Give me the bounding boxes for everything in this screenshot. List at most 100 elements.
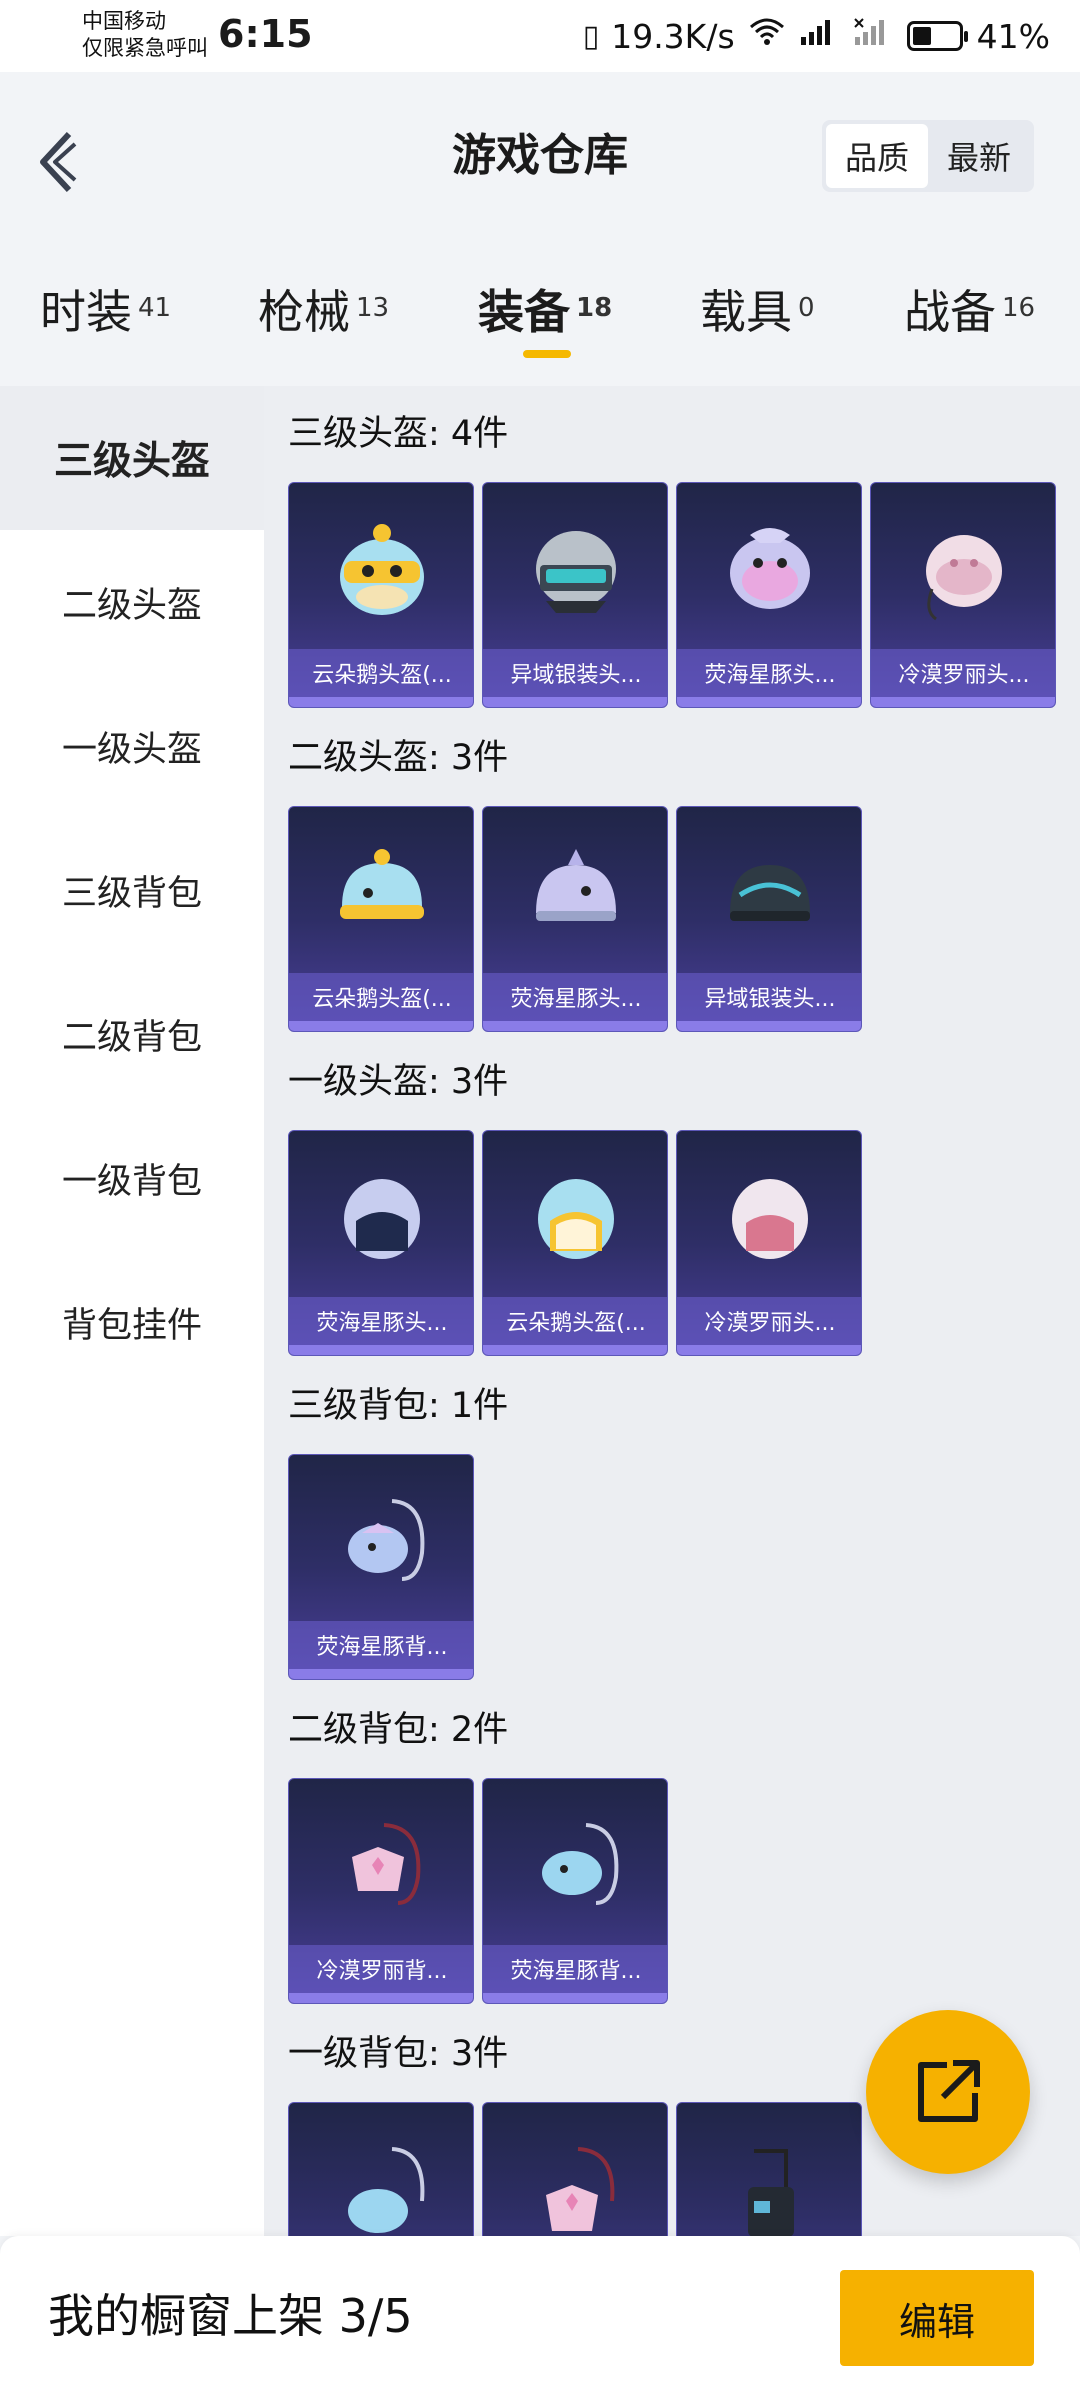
edit-button[interactable]: 编辑 xyxy=(840,2270,1034,2366)
section-title: 一级头盔: 3件 xyxy=(288,1062,509,1102)
sidebar: 三级头盔 二级头盔 一级头盔 三级背包 二级背包 一级背包 背包挂件 xyxy=(0,386,264,2236)
sidebar-item-level1-backpack[interactable]: 一级背包 xyxy=(0,1106,264,1250)
rarity-bar xyxy=(871,697,1055,707)
wifi-icon xyxy=(749,17,785,55)
item-name: 荧海星豚头... xyxy=(677,649,861,697)
item-name: 云朵鹅头盔(... xyxy=(289,973,473,1021)
item-card[interactable]: 云朵鹅头盔(... xyxy=(482,1130,668,1356)
rarity-bar xyxy=(677,1021,861,1031)
item-name: 冷漠罗丽背... xyxy=(289,1945,473,1993)
item-card[interactable]: 荧海星豚背... xyxy=(482,1778,668,2004)
item-card[interactable]: 荧海星豚背... xyxy=(288,1454,474,1680)
battery-level xyxy=(912,27,931,45)
carrier-name: 中国移动 xyxy=(82,9,166,33)
lolita-backpack-icon xyxy=(483,2103,667,2236)
section-title: 一级背包: 3件 xyxy=(288,2034,509,2074)
item-name: 云朵鹅头盔(... xyxy=(483,1297,667,1345)
tab-label: 时装 xyxy=(40,285,132,339)
sort-toggle[interactable]: 品质 最新 xyxy=(822,120,1034,192)
network-speed: 19.3K/s xyxy=(611,16,735,56)
dark-backpack-icon xyxy=(677,2103,861,2236)
rarity-bar xyxy=(289,697,473,707)
item-name: 异域银装头... xyxy=(483,649,667,697)
sidebar-item-backpack-charm[interactable]: 背包挂件 xyxy=(0,1250,264,1394)
item-card[interactable]: 冷漠罗丽背... xyxy=(288,1778,474,2004)
item-name: 冷漠罗丽头... xyxy=(677,1297,861,1345)
rarity-bar xyxy=(483,1993,667,2003)
tab-supplies[interactable]: 战备 16 xyxy=(904,282,1035,362)
item-card[interactable]: 荧海星豚头... xyxy=(482,806,668,1032)
tab-count: 13 xyxy=(356,293,390,323)
sidebar-item-level2-helmet[interactable]: 二级头盔 xyxy=(0,530,264,674)
tab-label: 战备 xyxy=(904,285,996,339)
item-card[interactable]: 荧海星豚头... xyxy=(288,1130,474,1356)
category-tabs: 时装 41 枪械 13 装备 18 载具 0 战备 16 xyxy=(0,272,1080,382)
rarity-bar xyxy=(289,1345,473,1355)
dolphin-backpack-icon xyxy=(289,2103,473,2236)
tab-label: 装备 xyxy=(478,285,570,339)
goose-helmet-icon xyxy=(483,1131,667,1307)
sidebar-item-level1-helmet[interactable]: 一级头盔 xyxy=(0,674,264,818)
tab-fashion[interactable]: 时装 41 xyxy=(40,282,171,362)
item-grid-area: 三级头盔: 4件 云朵鹅头盔(... 异域银装头... 荧海星豚头... 冷漠罗… xyxy=(264,386,1080,2236)
item-card[interactable]: 荧海星豚头... xyxy=(676,482,862,708)
lolita-helmet-icon xyxy=(677,1131,861,1307)
signal-4g-icon xyxy=(799,17,839,55)
tab-vehicles[interactable]: 载具 0 xyxy=(700,282,815,362)
share-button[interactable] xyxy=(866,2010,1030,2174)
item-card[interactable]: 云朵鹅头盔(... xyxy=(288,482,474,708)
item-card[interactable] xyxy=(482,2102,668,2236)
goose-helmet-icon xyxy=(289,483,473,659)
lolita-backpack-icon xyxy=(289,1779,473,1955)
dolphin-backpack-icon xyxy=(289,1455,473,1631)
battery-percent: 41% xyxy=(976,16,1050,56)
section-title: 二级头盔: 3件 xyxy=(288,738,509,778)
rarity-bar xyxy=(677,697,861,707)
section-title: 三级背包: 1件 xyxy=(288,1386,509,1426)
rarity-bar xyxy=(483,1021,667,1031)
sort-quality-option[interactable]: 品质 xyxy=(826,124,928,188)
carrier-status: 仅限紧急呼叫 xyxy=(82,36,208,60)
item-card[interactable]: 异域银装头... xyxy=(676,806,862,1032)
status-bar: 中国移动 仅限紧急呼叫 6:15 ▯ 19.3K/s 41% xyxy=(0,0,1080,72)
tab-weapons[interactable]: 枪械 13 xyxy=(258,282,389,362)
item-name: 荧海星豚背... xyxy=(289,1621,473,1669)
tab-label: 枪械 xyxy=(258,285,350,339)
sidebar-item-level2-backpack[interactable]: 二级背包 xyxy=(0,962,264,1106)
rarity-bar xyxy=(289,1669,473,1679)
status-icons: ▯ 19.3K/s 41% xyxy=(583,14,1050,58)
rarity-bar xyxy=(483,697,667,707)
rarity-bar xyxy=(677,1345,861,1355)
item-card[interactable]: 冷漠罗丽头... xyxy=(870,482,1056,708)
item-name: 云朵鹅头盔(... xyxy=(289,649,473,697)
sort-latest-option[interactable]: 最新 xyxy=(928,124,1030,188)
sidebar-item-level3-backpack[interactable]: 三级背包 xyxy=(0,818,264,962)
tab-count: 0 xyxy=(798,293,815,323)
item-name: 异域银装头... xyxy=(677,973,861,1021)
section-title: 三级头盔: 4件 xyxy=(288,414,509,454)
dolphin-helmet-icon xyxy=(677,483,861,659)
rarity-bar xyxy=(289,1993,473,2003)
item-card[interactable] xyxy=(288,2102,474,2236)
item-card[interactable]: 云朵鹅头盔(... xyxy=(288,806,474,1032)
item-card[interactable]: 冷漠罗丽头... xyxy=(676,1130,862,1356)
dolphin-helmet-icon xyxy=(289,1131,473,1307)
rarity-bar xyxy=(289,1021,473,1031)
battery-icon xyxy=(906,21,968,51)
item-name: 冷漠罗丽头... xyxy=(871,649,1055,697)
silver-helmet-icon xyxy=(677,807,861,983)
dolphin-backpack-icon xyxy=(483,1779,667,1955)
dolphin-helmet-icon xyxy=(483,807,667,983)
item-card[interactable] xyxy=(676,2102,862,2236)
tab-count: 16 xyxy=(1002,293,1036,323)
item-name: 荧海星豚头... xyxy=(289,1297,473,1345)
item-name: 荧海星豚背... xyxy=(483,1945,667,1993)
item-card[interactable]: 异域银装头... xyxy=(482,482,668,708)
tab-count: 41 xyxy=(138,293,172,323)
share-external-icon xyxy=(918,2060,980,2122)
tab-label: 载具 xyxy=(700,285,792,339)
vibrate-icon: ▯ xyxy=(582,18,599,54)
carrier-info: 中国移动 仅限紧急呼叫 xyxy=(82,8,208,62)
sidebar-item-level3-helmet[interactable]: 三级头盔 xyxy=(0,386,264,530)
lolita-helmet-icon xyxy=(871,483,1055,659)
